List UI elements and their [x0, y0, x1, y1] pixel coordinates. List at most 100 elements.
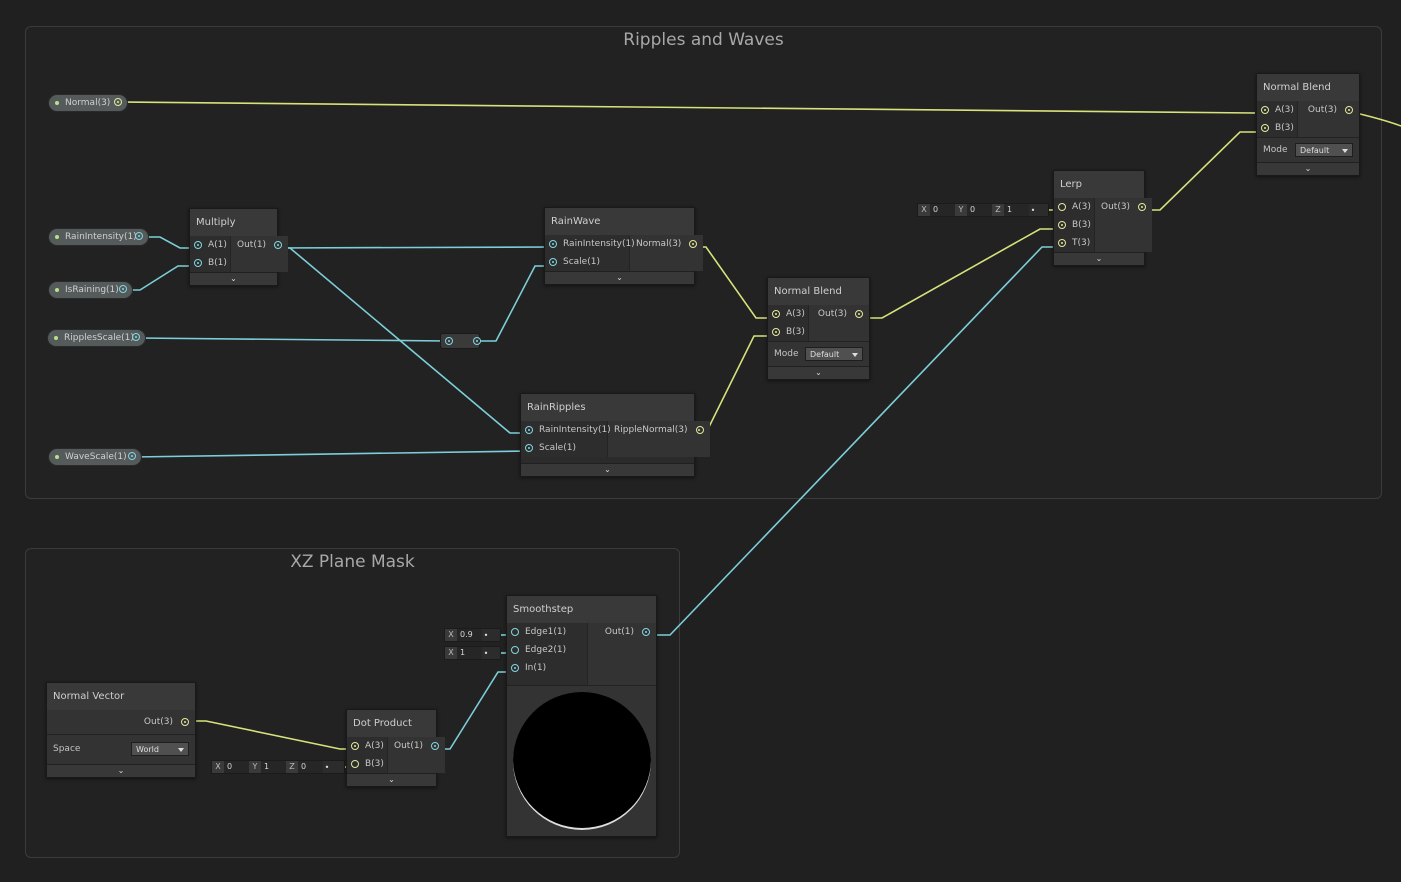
node-rain-wave[interactable]: RainWave RainIntensity(1) Scale(1) Norma…	[544, 207, 704, 285]
input-slot[interactable]: B(3)	[1257, 119, 1297, 137]
input-slot[interactable]: A(3)	[1257, 101, 1297, 119]
node-smoothstep[interactable]: Smoothstep Edge1(1) Edge2(1) In(1) Out(1…	[506, 595, 657, 837]
input-slot[interactable]: A(1)	[190, 236, 230, 254]
node-normal-blend-1[interactable]: Normal Blend A(3) B(3) Out(3) Mode Defau…	[767, 277, 870, 380]
output-slot[interactable]: Out(1)	[588, 623, 656, 641]
input-slot[interactable]: T(3)	[1054, 234, 1094, 252]
port-dot-icon[interactable]	[549, 240, 557, 248]
port-dot-icon[interactable]	[642, 628, 650, 636]
y-field[interactable]: 0	[967, 204, 992, 216]
chevron-down-icon[interactable]: ⌄	[190, 272, 277, 285]
property-rain-intensity[interactable]: RainIntensity(1)	[48, 228, 149, 246]
property-ripples-scale[interactable]: RipplesScale(1)	[47, 329, 146, 347]
dot-b-inline-vector[interactable]: X0 Y1 Z0 •	[211, 760, 345, 774]
port-dot-icon[interactable]	[473, 337, 481, 345]
port-dot-icon[interactable]	[1261, 106, 1269, 114]
port-dot-icon[interactable]	[695, 426, 704, 434]
node-dot-product[interactable]: Dot Product A(3) B(3) Out(1) ⌄	[346, 709, 446, 787]
input-slot[interactable]: Edge1(1)	[507, 623, 587, 641]
node-title[interactable]: Lerp	[1054, 171, 1144, 198]
output-slot[interactable]: Out(3)	[47, 710, 195, 734]
input-slot[interactable]: B(1)	[190, 254, 230, 272]
node-title[interactable]: RainWave	[545, 208, 694, 235]
port-dot-icon[interactable]	[511, 646, 519, 654]
output-slot[interactable]: Out(1)	[388, 737, 445, 755]
input-slot[interactable]: B(3)	[1054, 216, 1094, 234]
port-dot-icon[interactable]	[511, 664, 519, 672]
port-dot-icon[interactable]	[135, 232, 143, 240]
output-slot[interactable]: Out(1)	[231, 236, 288, 254]
node-lerp[interactable]: Lerp A(3) B(3) T(3) Out(3) ⌄	[1053, 170, 1153, 266]
port-dot-icon[interactable]	[431, 742, 440, 750]
node-multiply[interactable]: Multiply A(1) B(1) Out(1) ⌄	[189, 208, 289, 286]
input-slot[interactable]: A(3)	[768, 305, 808, 323]
port-dot-icon[interactable]	[181, 718, 189, 726]
group-title[interactable]: XZ Plane Mask	[26, 552, 679, 572]
x-field[interactable]: 0	[930, 204, 955, 216]
node-rain-ripples[interactable]: RainRipples RainIntensity(1) Scale(1) Ri…	[520, 393, 710, 477]
z-field[interactable]: 1	[1004, 204, 1029, 216]
input-slot[interactable]: Scale(1)	[521, 439, 607, 457]
port-dot-icon[interactable]	[525, 444, 533, 452]
port-dot-icon[interactable]	[119, 285, 127, 293]
output-slot[interactable]: RippleNormal(3)	[608, 421, 710, 439]
input-slot[interactable]: Scale(1)	[545, 253, 629, 271]
x-field[interactable]: 0	[224, 761, 249, 773]
space-dropdown[interactable]: World	[131, 742, 189, 756]
port-dot-icon[interactable]	[1058, 203, 1066, 211]
port-dot-icon[interactable]	[525, 426, 533, 434]
port-dot-icon[interactable]	[274, 241, 283, 249]
node-title[interactable]: Smoothstep	[507, 596, 656, 623]
output-slot[interactable]: Out(3)	[809, 305, 869, 323]
property-is-raining[interactable]: IsRaining(1)	[48, 281, 133, 299]
port-dot-icon[interactable]	[549, 258, 557, 266]
property-wave-scale[interactable]: WaveScale(1)	[48, 448, 142, 466]
chevron-down-icon[interactable]: ⌄	[768, 366, 869, 379]
port-dot-icon[interactable]	[445, 337, 453, 345]
input-slot[interactable]: B(3)	[768, 323, 808, 341]
port-dot-icon[interactable]	[194, 259, 202, 267]
input-slot[interactable]: A(3)	[1054, 198, 1094, 216]
port-dot-icon[interactable]	[511, 628, 519, 636]
node-normal-vector[interactable]: Normal Vector Out(3) Space World ⌄	[46, 682, 196, 778]
output-slot[interactable]: Out(3)	[1095, 198, 1152, 216]
output-slot[interactable]: Out(3)	[1298, 101, 1359, 119]
node-title[interactable]: Normal Blend	[1257, 74, 1359, 101]
group-title[interactable]: Ripples and Waves	[26, 30, 1381, 50]
x-field[interactable]: 0.9	[457, 629, 482, 641]
chevron-down-icon[interactable]: ⌄	[1257, 162, 1359, 175]
node-title[interactable]: Multiply	[190, 209, 277, 236]
port-dot-icon[interactable]	[128, 452, 136, 460]
reroute-node[interactable]	[440, 333, 481, 349]
port-dot-icon[interactable]	[772, 310, 780, 318]
port-dot-icon[interactable]	[1261, 124, 1269, 132]
chevron-down-icon[interactable]: ⌄	[347, 773, 436, 786]
input-slot[interactable]: In(1)	[507, 659, 587, 685]
port-dot-icon[interactable]	[114, 98, 122, 106]
node-normal-blend-2[interactable]: Normal Blend A(3) B(3) Out(3) Mode Defau…	[1256, 73, 1360, 176]
x-field[interactable]: 1	[457, 647, 482, 659]
port-dot-icon[interactable]	[132, 333, 140, 341]
chevron-down-icon[interactable]: ⌄	[1054, 252, 1144, 265]
lerp-a-inline-vector[interactable]: X0 Y0 Z1 •	[917, 203, 1049, 217]
node-title[interactable]: Normal Vector	[47, 683, 195, 710]
node-title[interactable]: Normal Blend	[768, 278, 869, 305]
input-slot[interactable]: RainIntensity(1)	[545, 235, 635, 253]
port-dot-icon[interactable]	[1345, 106, 1353, 114]
port-dot-icon[interactable]	[1058, 239, 1066, 247]
edge2-inline-field[interactable]: X1 •	[444, 646, 501, 660]
chevron-down-icon[interactable]: ⌄	[47, 764, 195, 777]
z-field[interactable]: 0	[298, 761, 323, 773]
port-dot-icon[interactable]	[855, 310, 863, 318]
port-dot-icon[interactable]	[772, 328, 780, 336]
node-title[interactable]: RainRipples	[521, 394, 694, 421]
input-slot[interactable]: A(3)	[347, 737, 387, 755]
mode-dropdown[interactable]: Default	[1295, 143, 1353, 157]
port-dot-icon[interactable]	[351, 760, 359, 768]
chevron-down-icon[interactable]: ⌄	[545, 271, 694, 284]
node-title[interactable]: Dot Product	[347, 710, 436, 737]
port-dot-icon[interactable]	[351, 742, 359, 750]
input-slot[interactable]: Edge2(1)	[507, 641, 587, 659]
port-dot-icon[interactable]	[1058, 221, 1066, 229]
property-normal[interactable]: Normal(3)	[48, 94, 128, 112]
